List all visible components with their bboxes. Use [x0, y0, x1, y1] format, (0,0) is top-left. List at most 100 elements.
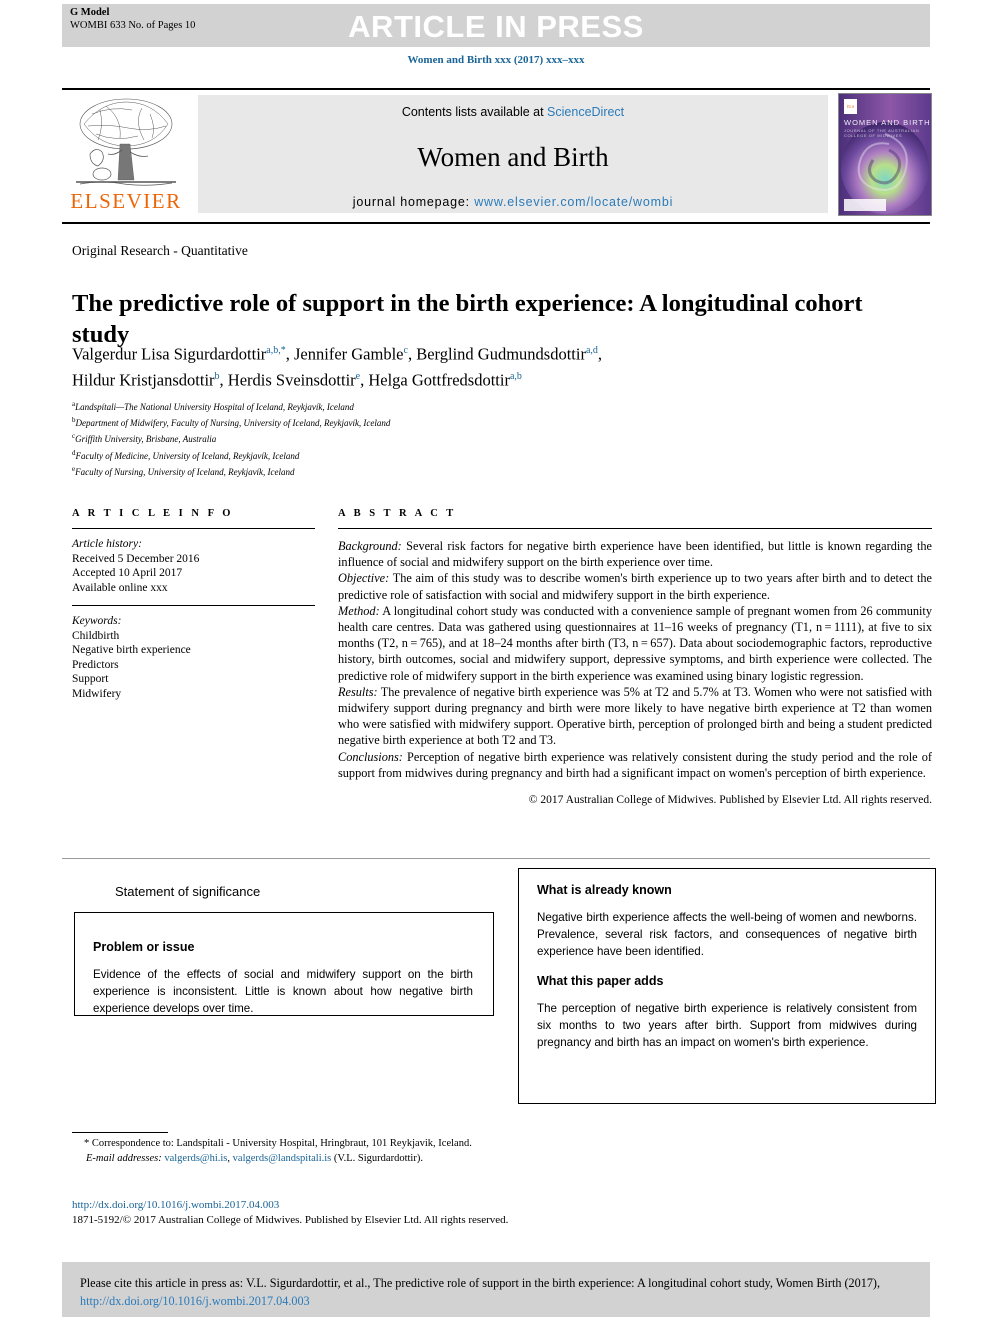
- abstract-label-background: Background:: [338, 539, 402, 553]
- keywords-label: Keywords:: [72, 615, 122, 627]
- author-name: , Herdis Sveinsdottir: [219, 370, 356, 390]
- author-affil-marker: a,d: [585, 345, 598, 356]
- abstract-paragraph-background: Background: Several risk factors for neg…: [338, 538, 932, 570]
- abstract-paragraph-conclusions: Conclusions: Perception of negative birt…: [338, 749, 932, 781]
- journal-masthead: ELSEVIER Contents lists available at Sci…: [62, 88, 932, 218]
- statement-of-significance-title: Statement of significance: [115, 884, 261, 899]
- email-addresses-label: E-mail addresses:: [86, 1152, 162, 1164]
- journal-cover-thumbnail: ELS WOMEN AND BIRTH JOURNAL OF THE AUSTR…: [838, 93, 932, 216]
- journal-citation-line: Women and Birth xxx (2017) xxx–xxx: [407, 54, 585, 66]
- cite-this-article-text: Please cite this article in press as: V.…: [80, 1274, 912, 1310]
- g-model-label: G Model: [70, 7, 110, 18]
- abstract-text-method: A longitudinal cohort study was conducte…: [338, 603, 932, 683]
- cover-artwork: ELS WOMEN AND BIRTH JOURNAL OF THE AUSTR…: [839, 94, 931, 215]
- affiliation-text: Griffith University, Brisbane, Australia: [75, 434, 217, 445]
- abstract-paragraph-results: Results: The prevalence of negative birt…: [338, 684, 932, 749]
- author-name: , Jennifer Gamble: [285, 344, 404, 364]
- g-model-block: G Model WOMBI 633 No. of Pages 10: [70, 7, 195, 32]
- affiliation-item: bDepartment of Midwifery, Faculty of Nur…: [72, 414, 672, 430]
- affiliation-text: Landspítali—The National University Hosp…: [75, 402, 354, 412]
- abstract-label-method: Method:: [338, 603, 380, 618]
- keyword-item: Childbirth: [72, 629, 120, 642]
- significance-box-problem: Problem or issue Evidence of the effects…: [74, 912, 494, 1016]
- what-is-already-known-heading: What is already known: [537, 883, 672, 897]
- journal-homepage-link[interactable]: www.elsevier.com/locate/wombi: [474, 195, 673, 209]
- significance-top-rule: [62, 858, 930, 859]
- received-date: Received 5 December 2016: [72, 552, 200, 565]
- citation-doi-link[interactable]: http://dx.doi.org/10.1016/j.wombi.2017.0…: [80, 1294, 310, 1308]
- significance-box-known-adds: What is already known Negative birth exp…: [518, 868, 936, 1104]
- affiliation-text: Faculty of Medicine, University of Icela…: [75, 450, 300, 461]
- correspondence-text: Correspondence to: Landspitali - Univers…: [89, 1138, 472, 1149]
- email-link-secondary[interactable]: valgerds@landspitali.is: [233, 1153, 332, 1164]
- email-note: E-mail addresses: valgerds@hi.is, valger…: [72, 1152, 572, 1167]
- abstract-paragraph-objective: Objective: The aim of this study was to …: [338, 570, 932, 602]
- article-history-label: Article history:: [72, 538, 142, 550]
- author-name: , Helga Gottfredsdottir: [360, 370, 510, 390]
- cover-elsevier-logo: ELS: [844, 99, 857, 114]
- sciencedirect-link[interactable]: ScienceDirect: [547, 105, 624, 119]
- g-model-id: WOMBI 633 No. of Pages 10: [70, 19, 196, 31]
- correspondence-marker: *: [84, 1138, 90, 1149]
- article-page: ARTICLE IN PRESS G Model WOMBI 633 No. o…: [0, 0, 992, 1323]
- footnote-rule: [72, 1132, 168, 1133]
- abstract-paragraph-method: Method: A longitudinal cohort study was …: [338, 603, 932, 684]
- affiliation-item: aLandspítali—The National University Hos…: [72, 398, 672, 414]
- keyword-item: Midwifery: [72, 687, 122, 700]
- author-affil-marker: a,b: [509, 371, 522, 382]
- masthead-bottom-rule: [62, 222, 930, 224]
- elsevier-tree-icon: [76, 98, 176, 186]
- doi-block: http://dx.doi.org/10.1016/j.wombi.2017.0…: [72, 1198, 632, 1228]
- article-history-block: Article history: Received 5 December 201…: [72, 537, 315, 595]
- keyword-item: Negative birth experience: [72, 644, 191, 656]
- elsevier-wordmark: ELSEVIER: [70, 189, 182, 213]
- author-affil-marker: a,b,*: [266, 345, 286, 356]
- author-name: Hildur Kristjansdottir: [72, 370, 215, 390]
- contents-box: Contents lists available at ScienceDirec…: [198, 95, 828, 213]
- keywords-block: Keywords: Childbirth Negative birth expe…: [72, 614, 315, 701]
- abstract-label-objective: Objective:: [338, 571, 390, 586]
- author-separator: ,: [597, 344, 603, 364]
- affiliation-item: cGriffith University, Brisbane, Australi…: [72, 430, 672, 446]
- abstract-text-results: The prevalence of negative birth experie…: [338, 684, 932, 748]
- journal-title: Women and Birth: [417, 142, 609, 172]
- contents-prefix: Contents lists available at: [401, 105, 548, 119]
- cover-journal-title: WOMEN AND BIRTH: [844, 118, 931, 127]
- abstract-text-conclusions: Perception of negative birth experience …: [338, 749, 932, 780]
- keywords-divider: [72, 605, 315, 606]
- email-owner: (V.L. Sigurdardottir).: [331, 1152, 423, 1164]
- author-list: Valgerdur Lisa Sigurdardottira,b,*, Jenn…: [72, 340, 912, 392]
- abstract-body: Background: Several risk factors for neg…: [338, 538, 932, 808]
- footnote-block: * Correspondence to: Landspitali - Unive…: [72, 1137, 572, 1166]
- homepage-prefix: journal homepage:: [352, 195, 475, 209]
- abstract-column: A B S T R A C T Background: Several risk…: [338, 508, 932, 808]
- correspondence-note: * Correspondence to: Landspitali - Unive…: [72, 1137, 572, 1152]
- elsevier-logo: ELSEVIER: [62, 94, 190, 216]
- affiliation-item: dFaculty of Medicine, University of Icel…: [72, 447, 672, 463]
- affiliation-text: Faculty of Nursing, University of Icelan…: [75, 466, 295, 477]
- citation-prefix: Please cite this article in press as: V.…: [80, 1276, 881, 1290]
- issn-copyright-line: 1871-5192/© 2017 Australian College of M…: [72, 1214, 509, 1226]
- journal-homepage-line: journal homepage: www.elsevier.com/locat…: [198, 195, 828, 209]
- cover-footer-strip: [844, 199, 886, 211]
- article-info-column: A R T I C L E I N F O Article history: R…: [72, 508, 315, 701]
- doi-link[interactable]: http://dx.doi.org/10.1016/j.wombi.2017.0…: [72, 1199, 279, 1211]
- abstract-text-objective: The aim of this study was to describe wo…: [338, 571, 932, 602]
- article-info-rule: [72, 528, 315, 529]
- affiliation-item: eFaculty of Nursing, University of Icela…: [72, 463, 672, 479]
- problem-or-issue-text: Evidence of the effects of social and mi…: [93, 968, 473, 1015]
- problem-or-issue-heading: Problem or issue: [93, 940, 195, 954]
- abstract-text-background: Several risk factors for negative birth …: [338, 539, 932, 570]
- author-name: Valgerdur Lisa Sigurdardottir: [72, 344, 267, 364]
- abstract-label-results: Results:: [338, 684, 378, 699]
- available-online-date: Available online xxx: [72, 581, 168, 594]
- contents-available-line: Contents lists available at ScienceDirec…: [198, 105, 828, 119]
- author-name: , Berglind Gudmundsdottir: [407, 344, 586, 364]
- cite-this-article-box: Please cite this article in press as: V.…: [62, 1262, 930, 1317]
- article-section-label: Original Research - Quantitative: [72, 243, 248, 258]
- email-link-primary[interactable]: valgerds@hi.is: [164, 1153, 227, 1164]
- what-this-paper-adds-heading: What this paper adds: [537, 974, 664, 988]
- abstract-rule: [338, 528, 932, 529]
- abstract-copyright: © 2017 Australian College of Midwives. P…: [528, 794, 932, 807]
- keyword-item: Support: [72, 673, 109, 685]
